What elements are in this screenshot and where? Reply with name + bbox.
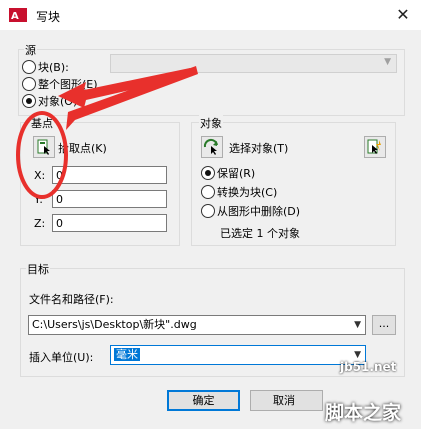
watermark: jb51.net 脚本之家	[0, 0, 421, 429]
watermark-url: jb51.net	[340, 360, 397, 374]
watermark-brand: 脚本之家	[325, 402, 402, 424]
